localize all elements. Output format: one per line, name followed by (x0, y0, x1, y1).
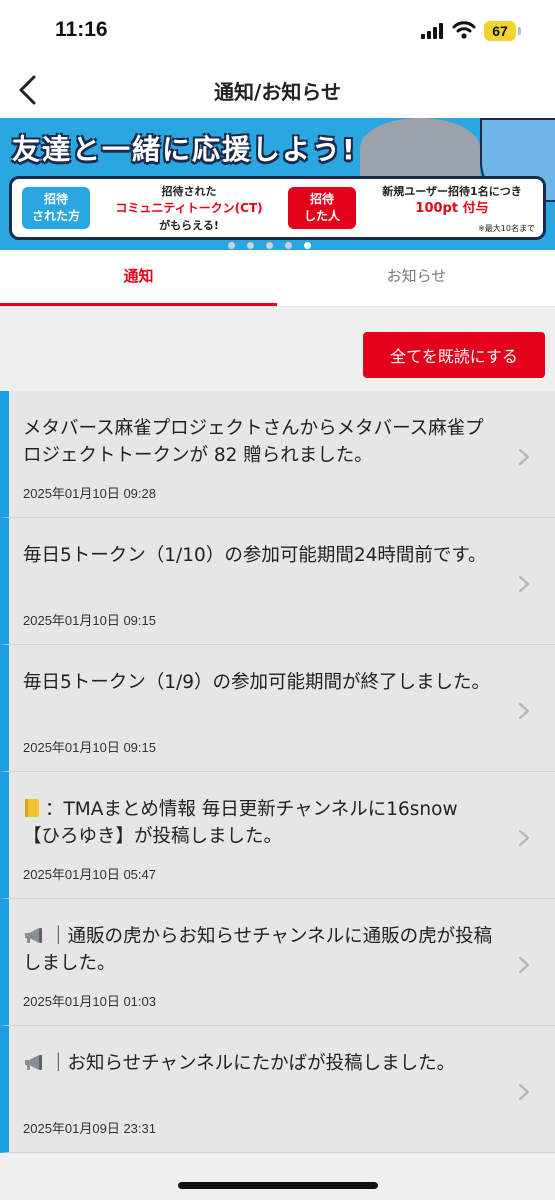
battery-indicator: 67 (484, 21, 516, 41)
notification-text: 毎日5トークン（1/10）の参加可能期間24時間前です。 (23, 545, 487, 566)
carousel-dot[interactable] (285, 242, 292, 249)
notification-text: ｜お知らせチャンネルにたかばが投稿しました。 (49, 1053, 456, 1074)
inviter-reward-accent: 100pt 付与 (415, 201, 489, 216)
status-time: 11:16 (55, 18, 108, 41)
invited-pill-line: 招待 (43, 192, 68, 206)
notification-list: メタバース麻雀プロジェクトさんからメタバース麻雀プロジェクトトークンが 82 贈… (0, 391, 555, 1153)
inviter-pill-line: 招待 (309, 192, 334, 206)
notification-date: 2025年01月10日 05:47 (23, 867, 156, 882)
notification-text: 毎日5トークン（1/9）の参加可能期間が終了しました。 (23, 672, 491, 693)
chevron-right-icon (518, 1083, 530, 1101)
notification-content: 全てを既読にする メタバース麻雀プロジェクトさんからメタバース麻雀プロジェクトト… (0, 307, 555, 1200)
chevron-right-icon (518, 956, 530, 974)
megaphone-icon (25, 928, 42, 943)
notification-item[interactable]: 毎日5トークン（1/9）の参加可能期間が終了しました。 2025年01月10日 … (0, 645, 555, 772)
notification-date: 2025年01月10日 09:15 (23, 740, 156, 755)
notification-item[interactable]: ｜通販の虎からお知らせチャンネルに通販の虎が投稿しました。 2025年01月10… (0, 899, 555, 1026)
megaphone-icon (25, 1055, 42, 1070)
notebook-icon (25, 799, 39, 817)
mark-all-read-button[interactable]: 全てを既読にする (363, 332, 545, 378)
notification-date: 2025年01月10日 09:15 (23, 613, 156, 628)
chevron-right-icon (518, 829, 530, 847)
carousel-dot[interactable] (228, 242, 235, 249)
notification-item[interactable]: 毎日5トークン（1/10）の参加可能期間24時間前です。 2025年01月10日… (0, 518, 555, 645)
tab-announcements[interactable]: お知らせ (278, 250, 555, 306)
invited-reward-line: がもらえる! (159, 219, 219, 232)
notification-item[interactable]: ：TMAまとめ情報 毎日更新チャンネルに16snow【ひろゆき】が投稿しました。… (0, 772, 555, 899)
chevron-right-icon (518, 575, 530, 593)
chevron-right-icon (518, 702, 530, 720)
notification-text: ：TMAまとめ情報 毎日更新チャンネルに16snow【ひろゆき】が投稿しました。 (23, 799, 458, 847)
invited-reward-accent: コミュニティトークン(CT) (115, 201, 263, 215)
tab-bar: 通知 お知らせ (0, 250, 555, 307)
notification-text-wrapper: ｜通販の虎からお知らせチャンネルに通販の虎が投稿しました。 (23, 923, 493, 977)
inviter-pill-line: した人 (303, 209, 340, 223)
invite-banner[interactable]: 友達と一緒に応援しよう! 招待 された方 招待された コミュニティトークン(CT… (0, 118, 555, 250)
banner-headline: 友達と一緒に応援しよう! (12, 133, 357, 166)
chevron-right-icon (518, 448, 530, 466)
notification-text-wrapper: ：TMAまとめ情報 毎日更新チャンネルに16snow【ひろゆき】が投稿しました。 (23, 796, 493, 850)
notification-date: 2025年01月10日 01:03 (23, 994, 156, 1009)
notification-date: 2025年01月09日 23:31 (23, 1121, 156, 1136)
inviter-pill: 招待 した人 (288, 187, 356, 229)
invited-pill-line: された方 (31, 209, 80, 223)
cellular-signal-icon (421, 23, 443, 39)
invited-reward-line: 招待された (161, 185, 217, 198)
home-indicator[interactable] (178, 1182, 378, 1189)
inviter-reward-text: 新規ユーザー招待1名につき 100pt 付与 (364, 183, 540, 217)
notification-text: ｜通販の虎からお知らせチャンネルに通販の虎が投稿しました。 (23, 926, 493, 974)
banner-card: 招待 された方 招待された コミュニティトークン(CT) がもらえる! 招待 し… (9, 176, 546, 240)
invited-reward-text: 招待された コミュニティトークン(CT) がもらえる! (98, 183, 280, 234)
carousel-dot[interactable] (247, 242, 254, 249)
carousel-dot-active[interactable] (304, 242, 311, 249)
notification-date: 2025年01月10日 09:28 (23, 486, 156, 501)
battery-tip (518, 27, 521, 35)
notification-item[interactable]: ｜お知らせチャンネルにたかばが投稿しました。 2025年01月09日 23:31 (0, 1026, 555, 1153)
invited-pill: 招待 された方 (22, 187, 90, 229)
notification-item[interactable]: メタバース麻雀プロジェクトさんからメタバース麻雀プロジェクトトークンが 82 贈… (0, 391, 555, 518)
inviter-reward-line: 新規ユーザー招待1名につき (382, 185, 522, 198)
tab-notifications[interactable]: 通知 (0, 250, 277, 306)
carousel-dots[interactable] (228, 234, 338, 249)
navigation-bar: 通知/お知らせ (0, 62, 555, 118)
page-title: 通知/お知らせ (214, 80, 341, 104)
banner-illustration-shape (360, 118, 480, 178)
carousel-dot[interactable] (266, 242, 273, 249)
notification-text-wrapper: ｜お知らせチャンネルにたかばが投稿しました。 (23, 1050, 493, 1077)
notification-text: メタバース麻雀プロジェクトさんからメタバース麻雀プロジェクトトークンが 82 贈… (23, 418, 484, 466)
wifi-icon (452, 21, 476, 39)
status-bar: 11:16 67 (0, 0, 555, 62)
banner-note: ※最大10名まで (478, 224, 535, 233)
